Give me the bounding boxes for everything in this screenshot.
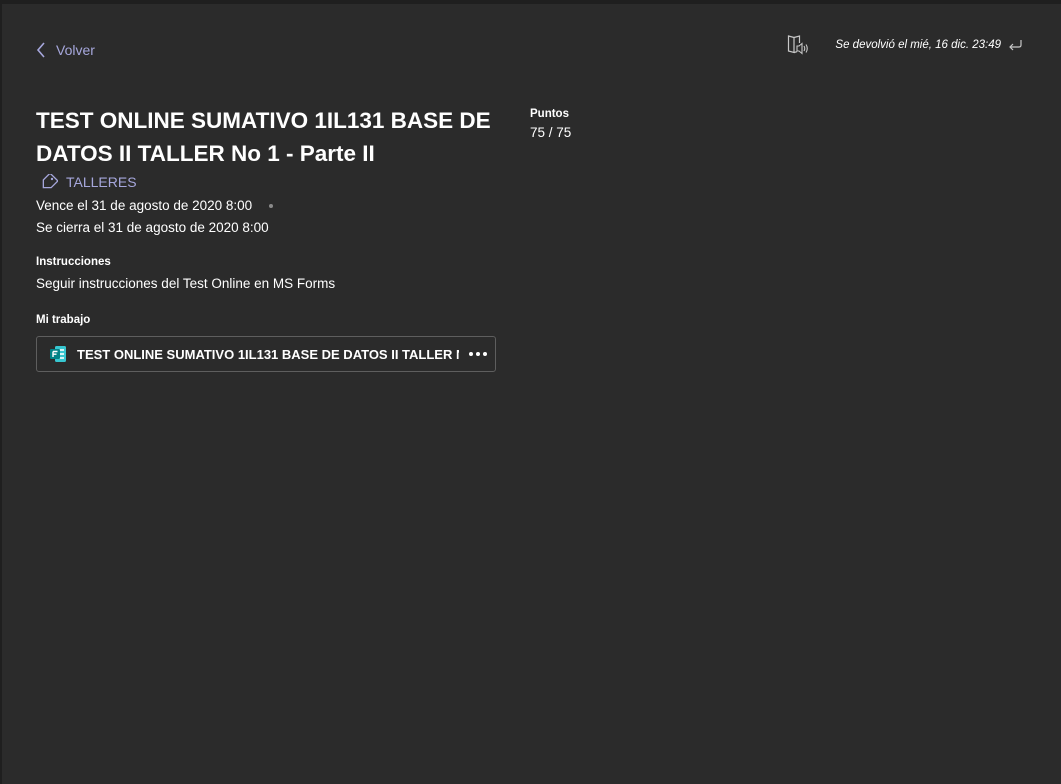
undo-return-icon[interactable] (1007, 38, 1023, 52)
instructions-heading: Instrucciones (36, 256, 111, 268)
points-heading: Puntos (530, 108, 569, 120)
returned-status: Se devolvió el mié, 16 dic. 23:49 (835, 39, 1001, 51)
assignment-title: TEST ONLINE SUMATIVO 1IL131 BASE DE DATO… (36, 108, 491, 166)
separator-dot (269, 203, 274, 208)
close-date: Se cierra el 31 de agosto de 2020 8:00 (36, 220, 269, 235)
assignment-view: Volver Se devolvió el mié, 16 dic. 23:49… (0, 0, 1061, 784)
header-actions: Se devolvió el mié, 16 dic. 23:49 (787, 34, 1023, 56)
category-tag: TALLERES (40, 174, 137, 190)
more-dot (483, 352, 487, 356)
tag-icon (42, 174, 58, 189)
my-work-heading: Mi trabajo (36, 314, 91, 326)
work-attachment-title: TEST ONLINE SUMATIVO 1IL131 BASE DE DATO… (77, 346, 459, 362)
more-options-icon[interactable] (469, 352, 489, 356)
category-label: TALLERES (66, 174, 137, 190)
immersive-reader-icon[interactable] (787, 34, 811, 56)
due-date-text: Vence el 31 de agosto de 2020 8:00 (36, 198, 253, 213)
back-button[interactable]: Volver (36, 42, 95, 58)
due-date: Vence el 31 de agosto de 2020 8:00 (36, 198, 274, 213)
ms-forms-icon (50, 346, 66, 362)
chevron-left-icon (36, 42, 45, 58)
back-label: Volver (56, 42, 95, 58)
instructions-text: Seguir instrucciones del Test Online en … (36, 276, 336, 291)
points-value: 75 / 75 (530, 125, 572, 140)
more-dot (469, 352, 473, 356)
more-dot (476, 352, 480, 356)
work-attachment[interactable]: TEST ONLINE SUMATIVO 1IL131 BASE DE DATO… (36, 336, 496, 372)
